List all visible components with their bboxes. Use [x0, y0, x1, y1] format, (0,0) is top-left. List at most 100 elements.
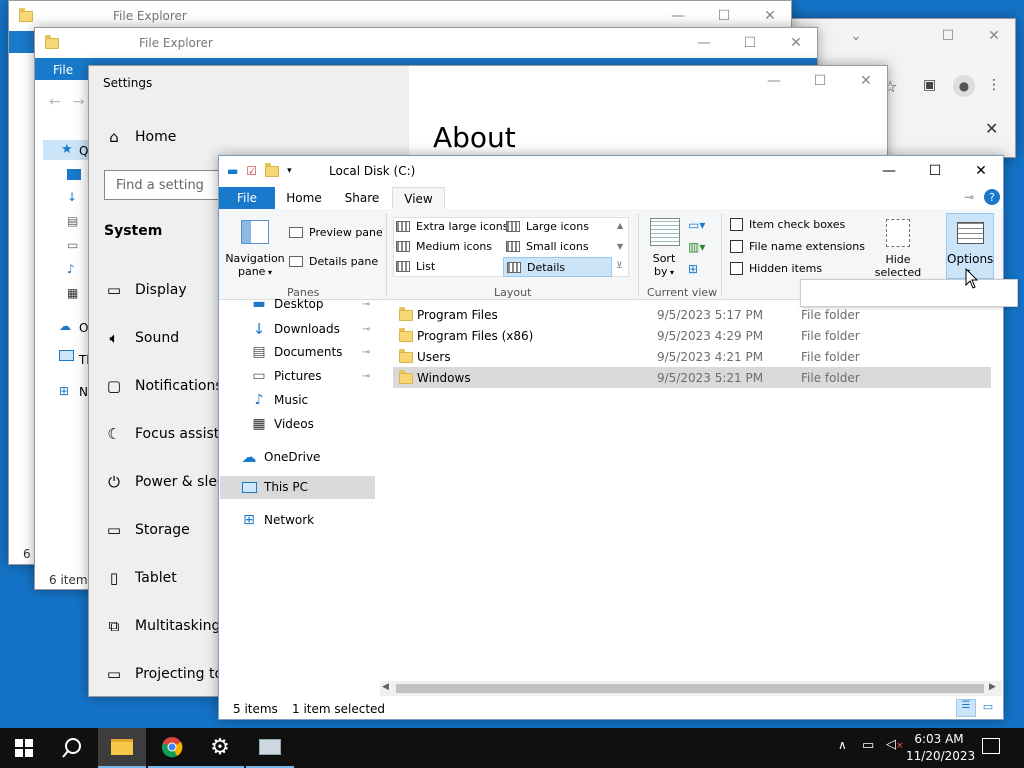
- item-check-boxes-checkbox[interactable]: Item check boxes: [730, 218, 845, 231]
- taskbar-file-explorer[interactable]: [98, 728, 146, 768]
- details-pane-button[interactable]: Details pane: [289, 255, 378, 268]
- explorer2-close-button[interactable]: ✕: [773, 28, 817, 58]
- large-icons-view-toggle[interactable]: ▭: [980, 700, 996, 716]
- settings-home-item[interactable]: ⌂ Home: [104, 128, 176, 146]
- taskbar-settings[interactable]: ⚙: [196, 728, 244, 768]
- nav-item-label: Pictures: [274, 369, 322, 383]
- layout-expand-icon[interactable]: ⊻: [616, 261, 623, 271]
- navigation-pane-label: Navigation: [225, 252, 285, 265]
- new-folder-icon[interactable]: [265, 162, 280, 177]
- customize-toolbar-icon[interactable]: ▾: [287, 166, 292, 176]
- moon-icon: ☾: [107, 425, 121, 443]
- clock-time[interactable]: 6:03 AM: [913, 732, 965, 746]
- browser-menu-icon[interactable]: ⋮: [987, 77, 1001, 93]
- search-button[interactable]: [48, 728, 96, 768]
- layout-scroll-up-icon[interactable]: ▲: [617, 221, 623, 230]
- nav-item-videos[interactable]: ▦ Videos: [250, 416, 314, 432]
- details-view-toggle[interactable]: ☰: [956, 699, 976, 717]
- settings-minimize-button[interactable]: —: [751, 66, 797, 96]
- explorer-minimize-button[interactable]: —: [866, 156, 912, 186]
- settings-maximize-button[interactable]: ☐: [797, 66, 843, 96]
- explorer2-forward-icon[interactable]: →: [73, 94, 85, 110]
- explorer2-minimize-button[interactable]: —: [681, 28, 727, 58]
- settings-item-tablet[interactable]: ▯ Tablet: [104, 569, 177, 587]
- side-panel-icon[interactable]: ▣: [923, 77, 936, 93]
- file-row-windows[interactable]: Windows 9/5/2023 5:21 PM File folder: [393, 367, 991, 388]
- sort-by-button[interactable]: Sort by ▾: [645, 252, 683, 279]
- close-panel-icon[interactable]: ✕: [985, 119, 998, 138]
- nav-item-desktop[interactable]: ▬ Desktop ⊸: [250, 297, 375, 311]
- layout-item-label: Large icons: [526, 220, 589, 233]
- settings-item-focus-assist[interactable]: ☾ Focus assist: [104, 425, 219, 443]
- tab-file[interactable]: File: [219, 187, 275, 209]
- navigation-pane-button[interactable]: Navigation pane ▾: [224, 252, 286, 279]
- network-status-icon[interactable]: ▭: [862, 738, 874, 753]
- settings-item-multitasking[interactable]: ⧉ Multitasking: [104, 617, 221, 635]
- notification-center-icon[interactable]: [982, 738, 1000, 754]
- settings-item-projecting[interactable]: ▭ Projecting to: [104, 665, 223, 683]
- taskbar-chrome[interactable]: [148, 728, 196, 768]
- hidden-items-checkbox[interactable]: Hidden items: [730, 262, 822, 275]
- add-columns-icon[interactable]: ▥▾: [688, 240, 705, 254]
- settings-item-storage[interactable]: ▭ Storage: [104, 521, 190, 539]
- nav-item-pictures[interactable]: ▭ Pictures ⊸: [250, 368, 375, 384]
- pin-ribbon-icon[interactable]: ⊸: [964, 190, 974, 204]
- options-dropdown-menu[interactable]: [800, 279, 1018, 307]
- layout-list[interactable]: List: [396, 260, 435, 273]
- show-hidden-icons-chevron[interactable]: ∧: [838, 738, 847, 752]
- undo-check-icon[interactable]: ☑: [246, 164, 257, 178]
- properties-icon[interactable]: ▬: [227, 164, 238, 178]
- explorer-maximize-button[interactable]: ☐: [912, 156, 958, 186]
- start-button[interactable]: [0, 728, 48, 768]
- layout-large-icons[interactable]: Large icons: [506, 220, 589, 233]
- nav-item-network[interactable]: ⊞ Network: [240, 512, 314, 528]
- settings-item-notifications[interactable]: ▢ Notifications: [104, 377, 223, 395]
- volume-muted-icon[interactable]: ◁×: [886, 737, 904, 752]
- scrollbar-thumb[interactable]: [396, 684, 984, 693]
- file-row-program-files[interactable]: Program Files 9/5/2023 5:17 PM File fold…: [393, 304, 991, 325]
- explorer2-title: File Explorer: [139, 36, 213, 50]
- tab-share[interactable]: Share: [336, 187, 388, 209]
- horizontal-scrollbar[interactable]: ◀ ▶: [380, 681, 1002, 696]
- explorer2-maximize-button[interactable]: ☐: [727, 28, 773, 58]
- nav-item-onedrive[interactable]: ☁ OneDrive: [240, 448, 321, 466]
- explorer1-title: File Explorer: [113, 9, 187, 23]
- file-name-extensions-checkbox[interactable]: File name extensions: [730, 240, 865, 253]
- group-by-icon[interactable]: ▭▾: [688, 218, 705, 232]
- nav-item-this-pc[interactable]: This PC: [240, 480, 308, 494]
- layout-medium-icons[interactable]: Medium icons: [396, 240, 492, 253]
- browser-close-button[interactable]: ✕: [971, 21, 1015, 51]
- tab-view[interactable]: View: [392, 187, 445, 209]
- about-heading: About: [433, 121, 516, 154]
- tab-home[interactable]: Home: [279, 187, 329, 209]
- scroll-left-icon[interactable]: ◀: [382, 682, 389, 692]
- explorer2-file-tab[interactable]: File: [53, 63, 73, 77]
- file-row-program-files-x86[interactable]: Program Files (x86) 9/5/2023 4:29 PM Fil…: [393, 325, 991, 346]
- explorer2-back-icon[interactable]: ←: [49, 94, 61, 110]
- explorer-close-button[interactable]: ✕: [958, 156, 1003, 186]
- nav-item-music[interactable]: ♪ Music: [250, 392, 309, 408]
- help-icon[interactable]: ?: [984, 189, 1000, 205]
- clock-date[interactable]: 11/20/2023: [906, 749, 975, 763]
- profile-avatar-icon[interactable]: ●: [953, 75, 975, 97]
- layout-details[interactable]: Details: [503, 257, 612, 277]
- layout-extra-large-icons[interactable]: Extra large icons: [396, 220, 508, 233]
- taskbar-app[interactable]: [246, 728, 294, 768]
- nav-item-documents[interactable]: ▤ Documents ⊸: [250, 344, 375, 360]
- layout-small-icons[interactable]: Small icons: [506, 240, 589, 253]
- file-row-users[interactable]: Users 9/5/2023 4:21 PM File folder: [393, 346, 991, 367]
- folder-icon: [399, 328, 413, 342]
- settings-item-display[interactable]: ▭ Display: [104, 281, 187, 299]
- explorer2-nav-fragment-n[interactable]: N: [79, 385, 88, 399]
- settings-item-sound[interactable]: 🔈︎ Sound: [104, 329, 179, 347]
- medium-icons-icon: [396, 241, 410, 252]
- scroll-right-icon[interactable]: ▶: [989, 682, 996, 692]
- layout-scroll-down-icon[interactable]: ▼: [617, 242, 623, 251]
- browser-maximize-button[interactable]: ☐: [925, 21, 971, 51]
- nav-item-downloads[interactable]: ↓ Downloads ⊸: [250, 320, 375, 338]
- size-columns-icon[interactable]: ⊞: [688, 262, 698, 276]
- settings-item-power-sleep[interactable]: ⏻ Power & sleep: [104, 473, 234, 491]
- settings-close-button[interactable]: ✕: [843, 66, 887, 96]
- preview-pane-button[interactable]: Preview pane: [289, 226, 383, 239]
- browser-minimize-button[interactable]: ⌄: [833, 21, 879, 51]
